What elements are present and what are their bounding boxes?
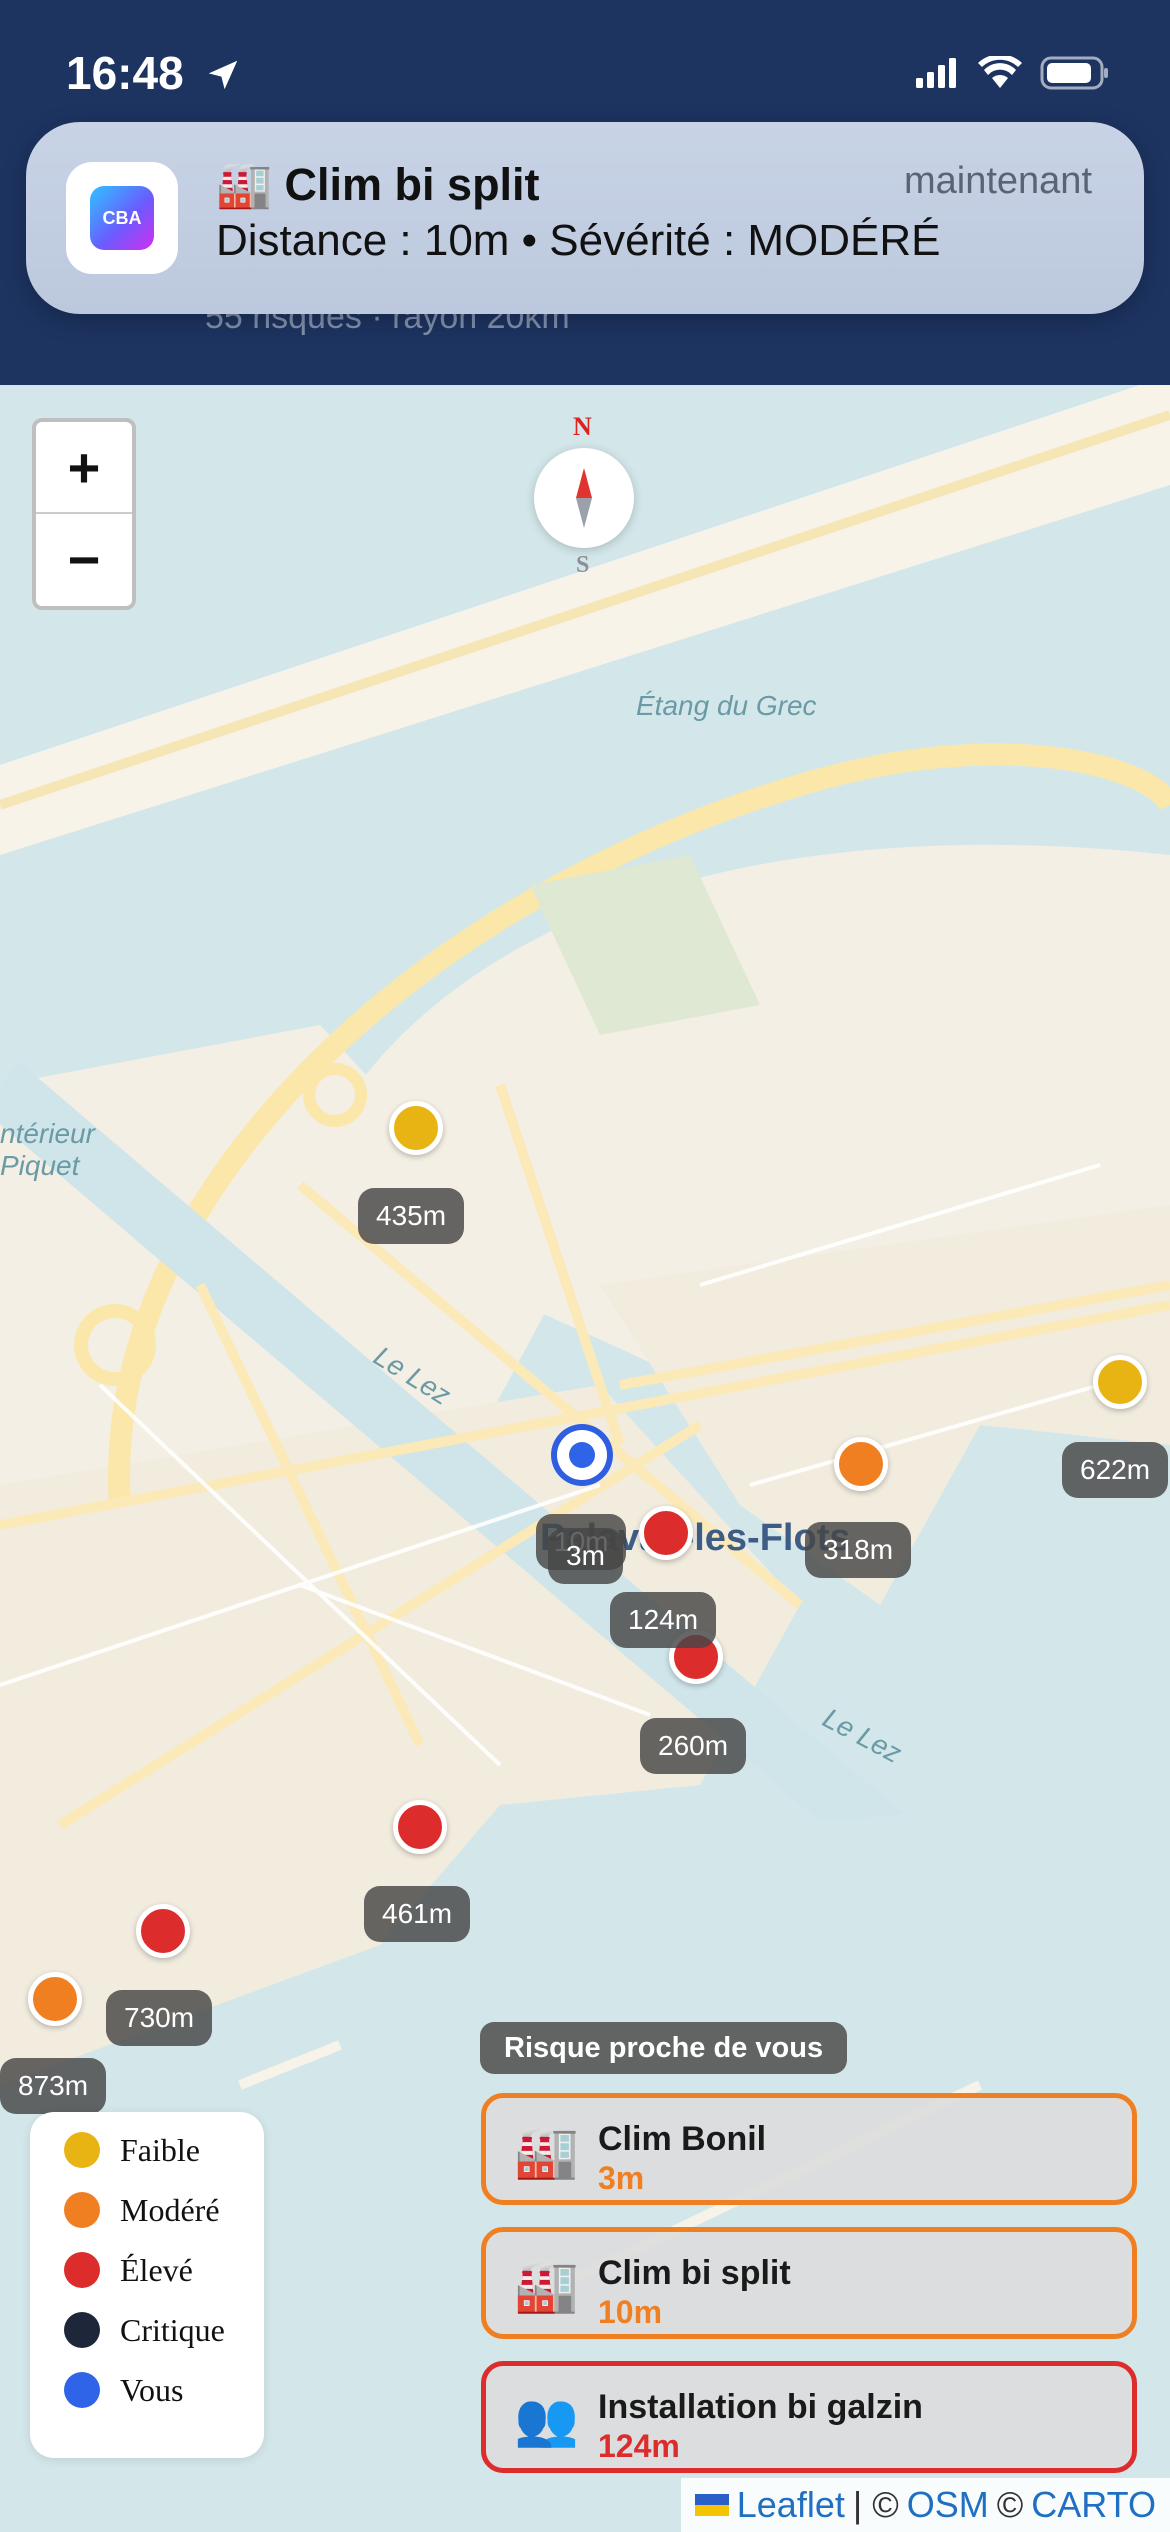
zoom-out-button[interactable]: − [36, 514, 132, 604]
risk-name: Installation bi galzin [598, 2388, 923, 2426]
legend-label: Vous [120, 2371, 184, 2408]
push-notification[interactable]: CBA 🏭 Clim bi split Distance : 10m • Sév… [26, 122, 1144, 314]
location-arrow-icon [208, 60, 238, 90]
risk-distance: 124m [598, 2428, 680, 2464]
nearby-risk-card[interactable]: 👥 Installation bi galzin 124m [481, 2361, 1137, 2473]
legend-label: Élevé [120, 2251, 193, 2288]
risk-marker[interactable] [1093, 1355, 1147, 1409]
legend-item-vous: Vous [30, 2360, 264, 2420]
distance-label: 3m [548, 1528, 623, 1584]
distance-label: 461m [364, 1886, 471, 1942]
ukraine-flag-icon [694, 2494, 729, 2516]
app-icon: CBA [66, 162, 178, 274]
status-icons [916, 56, 1110, 90]
distance-label: 260m [640, 1718, 747, 1774]
zoom-in-button[interactable]: + [36, 422, 132, 512]
compass-south-label: S [576, 552, 590, 578]
notification-body: Distance : 10m • Sévérité : MODÉRÉ [216, 216, 941, 265]
legend-dot [64, 2372, 100, 2408]
distance-label: 124m [610, 1592, 717, 1648]
risk-name: Clim Bonil [598, 2120, 767, 2158]
risk-marker[interactable] [393, 1800, 447, 1854]
severity-legend: Faible Modéré Élevé Critique Vous [30, 2112, 264, 2458]
distance-label: 435m [358, 1188, 465, 1244]
notification-title: 🏭 Clim bi split [216, 159, 540, 210]
compass-button[interactable] [534, 448, 634, 548]
distance-label: 873m [0, 2058, 107, 2114]
factory-icon: 🏭 [514, 2123, 579, 2181]
notification-time: maintenant [903, 160, 1092, 202]
legend-dot [64, 2192, 100, 2228]
legend-dot [64, 2252, 100, 2288]
compass-north-label: N [573, 412, 592, 441]
legend-item-faible: Faible [30, 2120, 264, 2180]
risk-marker[interactable] [389, 1101, 443, 1155]
zoom-control: + − [32, 418, 136, 610]
risk-marker[interactable] [28, 1972, 82, 2026]
user-location-dot [569, 1442, 595, 1468]
osm-link[interactable]: OSM [907, 2484, 989, 2526]
shield-logo-icon: CBA [90, 186, 154, 250]
nearby-risk-card[interactable]: 🏭 Clim Bonil 3m [481, 2093, 1137, 2205]
legend-label: Faible [120, 2131, 200, 2168]
legend-item-eleve: Élevé [30, 2240, 264, 2300]
people-icon: 👥 [514, 2391, 579, 2449]
risk-distance: 10m [598, 2294, 663, 2330]
legend-dot [64, 2132, 100, 2168]
attribution-separator: © [996, 2484, 1024, 2525]
nearby-risk-card[interactable]: 🏭 Clim bi split 10m [481, 2227, 1137, 2339]
legend-dot [64, 2312, 100, 2348]
compass-needle-icon [576, 468, 592, 528]
factory-icon: 🏭 [514, 2257, 579, 2315]
risk-name: Clim bi split [598, 2254, 791, 2292]
risk-marker[interactable] [136, 1904, 190, 1958]
battery-icon [1040, 56, 1108, 90]
map-attribution: Leaflet | © OSM © CARTO [680, 2478, 1170, 2532]
legend-item-critique: Critique [30, 2300, 264, 2360]
distance-label: 730m [106, 1990, 213, 2046]
risk-marker[interactable] [639, 1506, 693, 1560]
distance-label: 318m [805, 1522, 912, 1578]
wifi-icon [978, 56, 1022, 88]
signal-icon [916, 58, 956, 88]
risk-marker[interactable] [834, 1437, 888, 1491]
legend-label: Modéré [120, 2191, 220, 2228]
legend-label: Critique [120, 2311, 225, 2348]
attribution-separator: | © [852, 2484, 899, 2525]
map-label-etang: Étang du Grec [636, 690, 817, 721]
map-label-interieur: ntérieur [0, 1118, 95, 1149]
legend-item-modere: Modéré [30, 2180, 264, 2240]
status-time: 16:48 [66, 47, 184, 99]
map-label-piquet: Piquet [0, 1150, 80, 1181]
nearby-risk-title: Risque proche de vous [480, 2022, 848, 2074]
leaflet-link[interactable]: Leaflet [737, 2484, 845, 2526]
risk-distance: 3m [598, 2160, 645, 2196]
distance-label: 622m [1062, 1442, 1169, 1498]
carto-link[interactable]: CARTO [1031, 2484, 1156, 2526]
